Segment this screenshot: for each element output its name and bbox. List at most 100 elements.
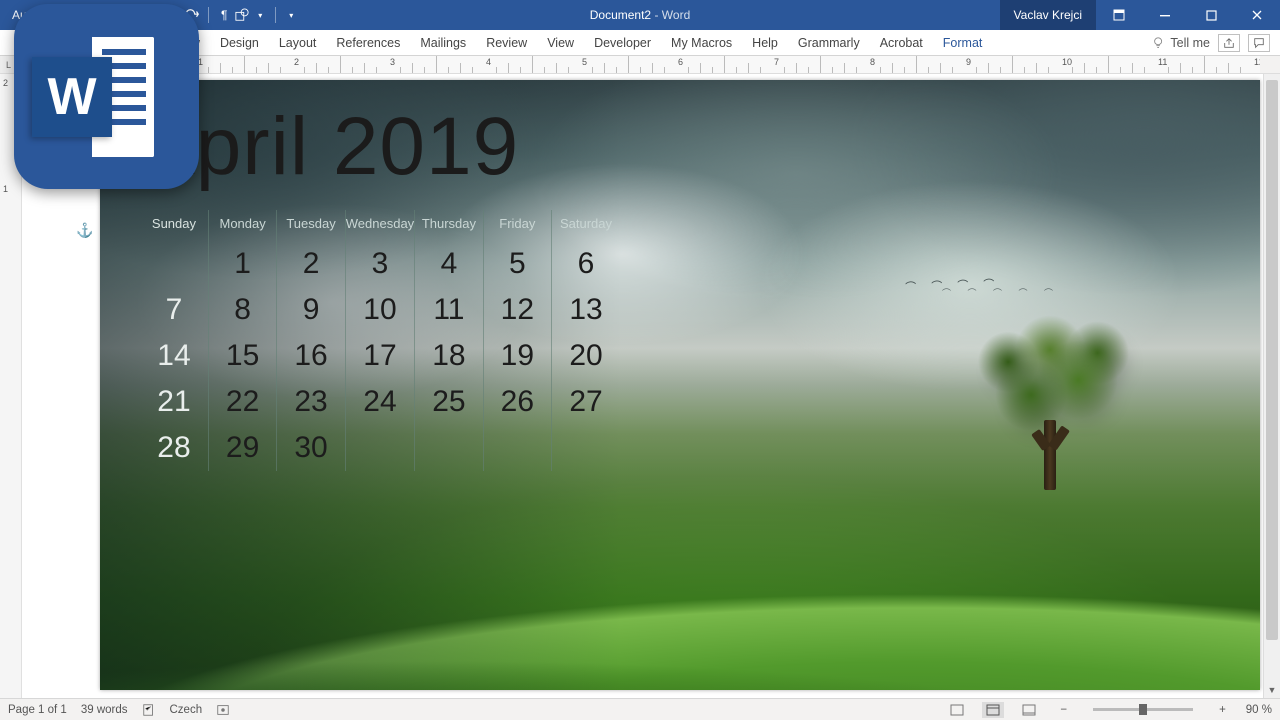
calendar-day-header: Wednesday — [345, 210, 414, 241]
calendar-cell: 15 — [208, 333, 276, 379]
calendar-cell — [483, 425, 551, 471]
calendar-cell: 26 — [483, 379, 551, 425]
separator — [208, 7, 209, 23]
user-name: Vaclav Krejci — [1014, 8, 1082, 22]
calendar-cell: 28 — [140, 425, 208, 471]
calendar-cell: 8 — [208, 287, 276, 333]
word-app-badge: W — [14, 4, 199, 189]
calendar-cell: 17 — [345, 333, 414, 379]
shapes-qat-icon[interactable] — [235, 8, 249, 22]
tab-layout[interactable]: Layout — [269, 30, 327, 55]
calendar-cell: 4 — [415, 241, 483, 287]
status-words[interactable]: 39 words — [81, 704, 128, 716]
view-web-button[interactable] — [1018, 702, 1040, 718]
calendar-cell: 25 — [415, 379, 483, 425]
zoom-in-button[interactable]: + — [1213, 704, 1232, 716]
view-print-button[interactable] — [982, 702, 1004, 718]
share-button[interactable] — [1218, 34, 1240, 52]
calendar-cell: 13 — [552, 287, 620, 333]
calendar-cell: 19 — [483, 333, 551, 379]
qat-customize-icon[interactable]: ▾ — [284, 8, 298, 22]
calendar-cell: 12 — [483, 287, 551, 333]
tell-me-label: Tell me — [1170, 36, 1210, 50]
status-bar: Page 1 of 1 39 words Czech − + 90 % — [0, 698, 1280, 720]
close-button[interactable] — [1234, 0, 1280, 30]
comment-icon — [1253, 37, 1265, 49]
calendar-cell: 6 — [552, 241, 620, 287]
calendar-title: April 2019 — [140, 100, 680, 194]
calendar-cell: 27 — [552, 379, 620, 425]
calendar-cell: 23 — [277, 379, 345, 425]
tell-me-search[interactable]: Tell me — [1152, 36, 1210, 50]
zoom-slider[interactable] — [1093, 708, 1193, 711]
calendar-cell: 10 — [345, 287, 414, 333]
tab-acrobat[interactable]: Acrobat — [870, 30, 933, 55]
calendar-cell: 1 — [208, 241, 276, 287]
calendar-cell — [345, 425, 414, 471]
tab-view[interactable]: View — [537, 30, 584, 55]
zoom-out-button[interactable]: − — [1054, 704, 1073, 716]
vertical-scrollbar[interactable]: ▲ ▼ — [1263, 74, 1280, 698]
calendar-cell: 30 — [277, 425, 345, 471]
status-macro[interactable] — [216, 703, 230, 717]
status-page[interactable]: Page 1 of 1 — [8, 704, 67, 716]
calendar-cell: 24 — [345, 379, 414, 425]
calendar-cell — [140, 241, 208, 287]
scrollbar-thumb[interactable] — [1266, 80, 1278, 640]
calendar-cell: 18 — [415, 333, 483, 379]
tab-format[interactable]: Format — [933, 30, 993, 55]
separator — [275, 7, 276, 23]
macro-record-icon — [216, 703, 230, 717]
view-focus-button[interactable] — [946, 702, 968, 718]
doc-title: Document2 — [590, 8, 651, 22]
zoom-slider-thumb[interactable] — [1139, 704, 1147, 715]
comments-button[interactable] — [1248, 34, 1270, 52]
calendar-day-header: Thursday — [415, 210, 483, 241]
window-title: Document2 - Word — [590, 8, 691, 22]
account-button[interactable]: Vaclav Krejci — [1000, 0, 1096, 30]
calendar-cell — [415, 425, 483, 471]
status-proofing[interactable] — [142, 703, 156, 717]
calendar-cell: 16 — [277, 333, 345, 379]
calendar-cell: 7 — [140, 287, 208, 333]
calendar-cell: 5 — [483, 241, 551, 287]
calendar-cell: 21 — [140, 379, 208, 425]
tab-grammarly[interactable]: Grammarly — [788, 30, 870, 55]
tab-developer[interactable]: Developer — [584, 30, 661, 55]
calendar-cell: 22 — [208, 379, 276, 425]
scroll-down-icon[interactable]: ▼ — [1264, 681, 1280, 698]
ribbon-display-button[interactable] — [1096, 0, 1142, 30]
zoom-value[interactable]: 90 % — [1246, 704, 1272, 716]
tab-mailings[interactable]: Mailings — [410, 30, 476, 55]
object-anchor-icon: ⚓ — [76, 222, 93, 239]
tab-references[interactable]: References — [326, 30, 410, 55]
tab-mymacros[interactable]: My Macros — [661, 30, 742, 55]
calendar-day-header: Friday — [483, 210, 551, 241]
calendar-cell: 20 — [552, 333, 620, 379]
document-page[interactable]: ︵ ︵ ︵ ︵ ︵ ︵ ︵ ︵ ︵ April 2019 SundayMonda… — [100, 80, 1260, 690]
word-w-icon: W — [32, 57, 112, 137]
calendar-cell: 3 — [345, 241, 414, 287]
calendar-cell — [552, 425, 620, 471]
share-icon — [1223, 37, 1235, 49]
calendar-cell: 14 — [140, 333, 208, 379]
proofing-icon — [142, 703, 156, 717]
app-name: Word — [662, 8, 690, 22]
lightbulb-icon — [1152, 36, 1166, 50]
calendar-cell: 9 — [277, 287, 345, 333]
status-language[interactable]: Czech — [170, 704, 203, 716]
calendar: April 2019 SundayMondayTuesdayWednesdayT… — [140, 100, 680, 471]
tab-design[interactable]: Design — [210, 30, 269, 55]
minimize-button[interactable] — [1142, 0, 1188, 30]
calendar-day-header: Tuesday — [277, 210, 345, 241]
paragraph-marks-icon[interactable]: ¶ — [217, 8, 231, 22]
calendar-day-header: Saturday — [552, 210, 620, 241]
calendar-cell: 29 — [208, 425, 276, 471]
qat-dropdown-icon[interactable]: ▾ — [253, 8, 267, 22]
calendar-day-header: Monday — [208, 210, 276, 241]
tab-review[interactable]: Review — [476, 30, 537, 55]
calendar-day-header: Sunday — [140, 210, 208, 241]
maximize-button[interactable] — [1188, 0, 1234, 30]
tab-help[interactable]: Help — [742, 30, 788, 55]
calendar-table: SundayMondayTuesdayWednesdayThursdayFrid… — [140, 210, 620, 471]
